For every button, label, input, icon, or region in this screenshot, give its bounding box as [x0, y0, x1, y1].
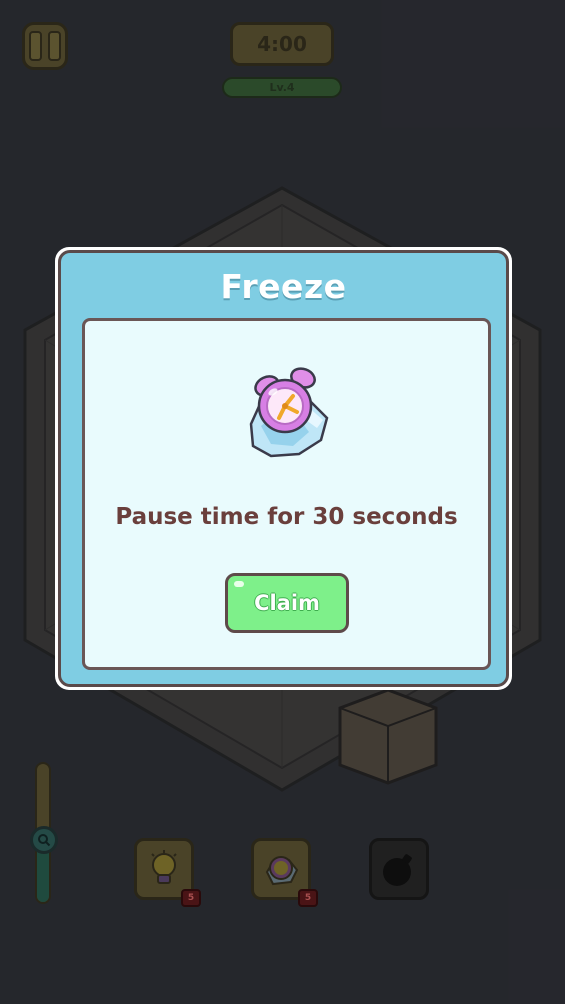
game-screen: 4:00 Lv.4 5 5 Freeze Pause time for 30 s… [0, 0, 565, 1004]
powerup-bomb-button[interactable] [369, 838, 429, 900]
dialog-description: Pause time for 30 seconds [115, 504, 458, 530]
pause-icon [29, 31, 42, 61]
button-shine [234, 581, 244, 587]
powerup-hint-button[interactable]: 5 [134, 838, 201, 907]
claim-button[interactable]: Claim [225, 573, 349, 633]
dialog-content-card: Pause time for 30 seconds Claim [82, 318, 491, 670]
lightbulb-icon [151, 850, 177, 884]
dialog-title: Freeze [220, 267, 347, 306]
timer: 4:00 [230, 22, 334, 66]
claim-button-label: Claim [254, 591, 320, 615]
frozen-clock-icon [265, 856, 299, 886]
pause-button[interactable] [22, 22, 68, 70]
freeze-reward-dialog: Freeze Pause time for 30 seconds Claim [55, 247, 512, 690]
zoom-slider-handle[interactable] [30, 826, 58, 855]
level-indicator: Lv.4 [222, 77, 342, 98]
frozen-alarm-clock-icon [249, 367, 329, 458]
powerup-freeze-button[interactable]: 5 [251, 838, 318, 907]
dialog-panel: Freeze Pause time for 30 seconds Claim [58, 250, 509, 687]
magnifier-icon [38, 834, 51, 847]
powerup-count-badge: 5 [298, 889, 318, 907]
pause-icon-bar [48, 31, 61, 61]
powerup-count-badge: 5 [181, 889, 201, 907]
bomb-icon [383, 854, 412, 886]
